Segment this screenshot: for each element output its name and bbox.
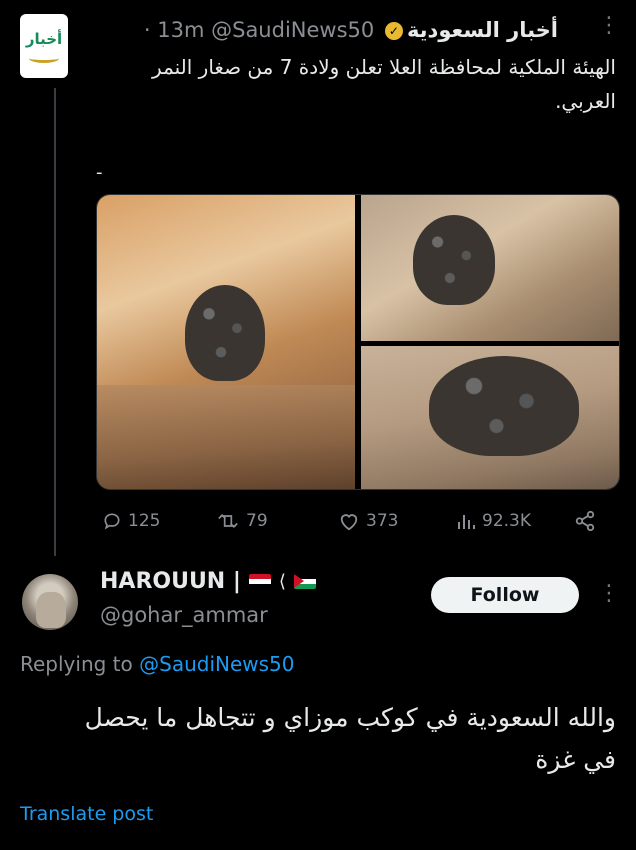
reply-author-name[interactable]: HAROUUN | [100, 569, 241, 594]
like-action[interactable]: 373 [338, 506, 398, 536]
follow-button[interactable]: Follow [431, 577, 579, 613]
repost-count: 79 [246, 511, 268, 531]
share-icon [575, 510, 595, 532]
tweet-time[interactable]: · 13m [144, 18, 205, 42]
like-count: 373 [366, 511, 399, 531]
palestine-flag-icon [293, 574, 316, 589]
avatar-face [36, 592, 66, 628]
views-action[interactable]: 92.3K [456, 506, 531, 536]
share-action[interactable] [574, 506, 596, 536]
repost-action[interactable]: 79 [216, 506, 268, 536]
reply-more-icon[interactable]: ⋮ [598, 583, 620, 605]
tweet-text: الهيئة الملكية لمحافظة العلا تعلن ولادة … [96, 50, 616, 118]
leopard-cub-image [429, 356, 579, 456]
tweet-text-line: الهيئة الملكية لمحافظة العلا تعلن ولادة … [152, 55, 616, 79]
account-avatar-logo[interactable]: أخبار [20, 14, 68, 78]
replying-to-handle-link[interactable]: @SaudiNews50 [139, 652, 294, 676]
media-photo-leopard-cub-on-rocks[interactable] [361, 195, 619, 341]
views-chart-icon [458, 515, 475, 529]
reply-avatar[interactable] [22, 574, 78, 630]
translate-post-link[interactable]: Translate post [20, 803, 153, 825]
verified-badge-icon: ✓ [384, 22, 403, 40]
egypt-flag-icon [248, 574, 271, 589]
tweet-text-line: العربي. [555, 89, 616, 113]
views-count: 92.3K [482, 511, 531, 531]
reply-icon [104, 513, 120, 530]
leopard-cub-image [185, 285, 265, 381]
log-image [97, 385, 355, 489]
repost-icon [218, 513, 238, 529]
flag-separator: ⟨ [278, 571, 286, 592]
leopard-cub-image [413, 215, 495, 305]
reply-author-handle[interactable]: @gohar_ammar [100, 603, 268, 627]
replying-to-line: Replying to @SaudiNews50 [20, 652, 295, 676]
tweet-action-bar: 125 79 373 92.3K [96, 506, 618, 536]
account-name[interactable]: أخبار السعودية [407, 18, 558, 42]
tweet-header: أخبار السعودية✓ @SaudiNews50 · 13m [144, 18, 558, 42]
account-handle[interactable]: @SaudiNews50 [211, 18, 374, 42]
media-photo-leopard-cub-crouching[interactable] [361, 346, 619, 489]
logo-text: أخبار [25, 30, 63, 48]
media-photo-leopard-cub-on-log[interactable] [97, 195, 355, 489]
reply-action[interactable]: 125 [102, 506, 160, 536]
thread-connector-line [54, 88, 56, 556]
reply-text: والله السعودية في كوكب موزاي و تتجاهل ما… [16, 697, 616, 781]
reply-text-line: في غزة [535, 745, 616, 774]
tweet-media-grid [96, 194, 620, 490]
reply-text-line: والله السعودية في كوكب موزاي و تتجاهل ما… [84, 703, 616, 732]
tweet-more-icon[interactable]: ⋮ [598, 15, 620, 37]
heart-icon [340, 514, 358, 531]
reply-count: 125 [128, 511, 161, 531]
logo-swoosh [29, 54, 59, 63]
tweet-dash: - [96, 162, 103, 183]
reply-author-line: HAROUUN | ⟨ [100, 569, 316, 594]
replying-prefix: Replying to [20, 652, 133, 676]
